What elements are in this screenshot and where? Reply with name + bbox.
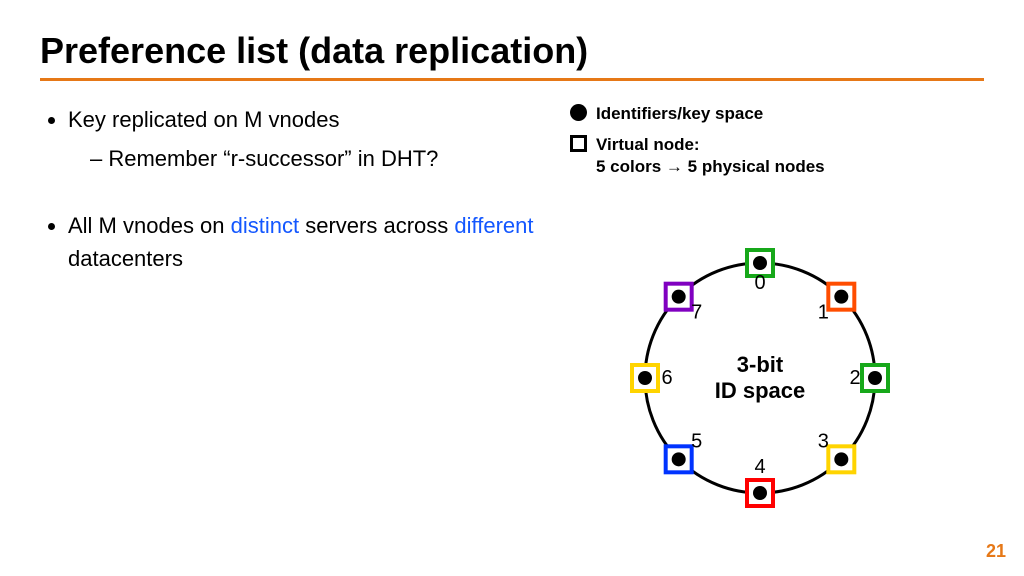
legend: Identifiers/key space Virtual node: 5 co… bbox=[560, 103, 984, 177]
ring-center-label: 3-bit bbox=[737, 352, 784, 377]
ring-svg: 3-bitID space 0 1 2 3 4 5 6 7 bbox=[590, 208, 930, 548]
slide-body: Key replicated on M vnodes Remember “r-s… bbox=[40, 103, 984, 309]
node-label: 5 bbox=[691, 430, 702, 452]
node-label: 1 bbox=[818, 302, 829, 324]
sub-bullet-list: Remember “r-successor” in DHT? bbox=[68, 142, 560, 175]
legend-label: Virtual node: 5 colors → 5 physical node… bbox=[596, 134, 825, 177]
node-label: 2 bbox=[849, 367, 860, 389]
bullet-text: servers across bbox=[299, 213, 454, 238]
legend-symbol bbox=[560, 134, 596, 152]
bullet-column: Key replicated on M vnodes Remember “r-s… bbox=[40, 103, 560, 309]
legend-row-identifier: Identifiers/key space bbox=[560, 103, 984, 124]
node-label: 0 bbox=[754, 272, 765, 294]
bullet-text: All M vnodes on bbox=[68, 213, 231, 238]
node-label: 7 bbox=[691, 302, 702, 324]
title-rule bbox=[40, 78, 984, 81]
page-title: Preference list (data replication) bbox=[40, 30, 984, 72]
node-label: 4 bbox=[754, 456, 765, 478]
sub-bullet-item: Remember “r-successor” in DHT? bbox=[90, 142, 560, 175]
identifier-dot bbox=[672, 452, 686, 466]
identifier-dot bbox=[834, 290, 848, 304]
diagram-column: Identifiers/key space Virtual node: 5 co… bbox=[560, 103, 984, 309]
sub-bullet-text: Remember “r-successor” in DHT? bbox=[108, 146, 438, 171]
legend-row-vnode: Virtual node: 5 colors → 5 physical node… bbox=[560, 134, 984, 177]
identifier-dot bbox=[672, 290, 686, 304]
keyword: different bbox=[454, 213, 533, 238]
identifier-dot bbox=[753, 486, 767, 500]
page-number: 21 bbox=[986, 541, 1006, 562]
bullet-list: Key replicated on M vnodes Remember “r-s… bbox=[40, 103, 560, 275]
hash-ring-diagram: 3-bitID space 0 1 2 3 4 5 6 7 bbox=[590, 208, 930, 548]
bullet-item: All M vnodes on distinct servers across … bbox=[68, 209, 560, 275]
legend-label: Identifiers/key space bbox=[596, 103, 763, 124]
node-label: 6 bbox=[661, 367, 672, 389]
bullet-item: Key replicated on M vnodes Remember “r-s… bbox=[68, 103, 560, 175]
identifier-dot bbox=[868, 371, 882, 385]
bullet-text: Key replicated on M vnodes bbox=[68, 107, 340, 132]
identifier-dot bbox=[834, 452, 848, 466]
node-label: 3 bbox=[818, 430, 829, 452]
bullet-text: datacenters bbox=[68, 246, 183, 271]
legend-symbol bbox=[560, 103, 596, 121]
filled-circle-icon bbox=[570, 104, 587, 121]
ring-center-label: ID space bbox=[715, 378, 806, 403]
hollow-square-icon bbox=[570, 135, 587, 152]
identifier-dot bbox=[753, 256, 767, 270]
keyword: distinct bbox=[231, 213, 299, 238]
slide: Preference list (data replication) Key r… bbox=[0, 0, 1024, 576]
identifier-dot bbox=[638, 371, 652, 385]
